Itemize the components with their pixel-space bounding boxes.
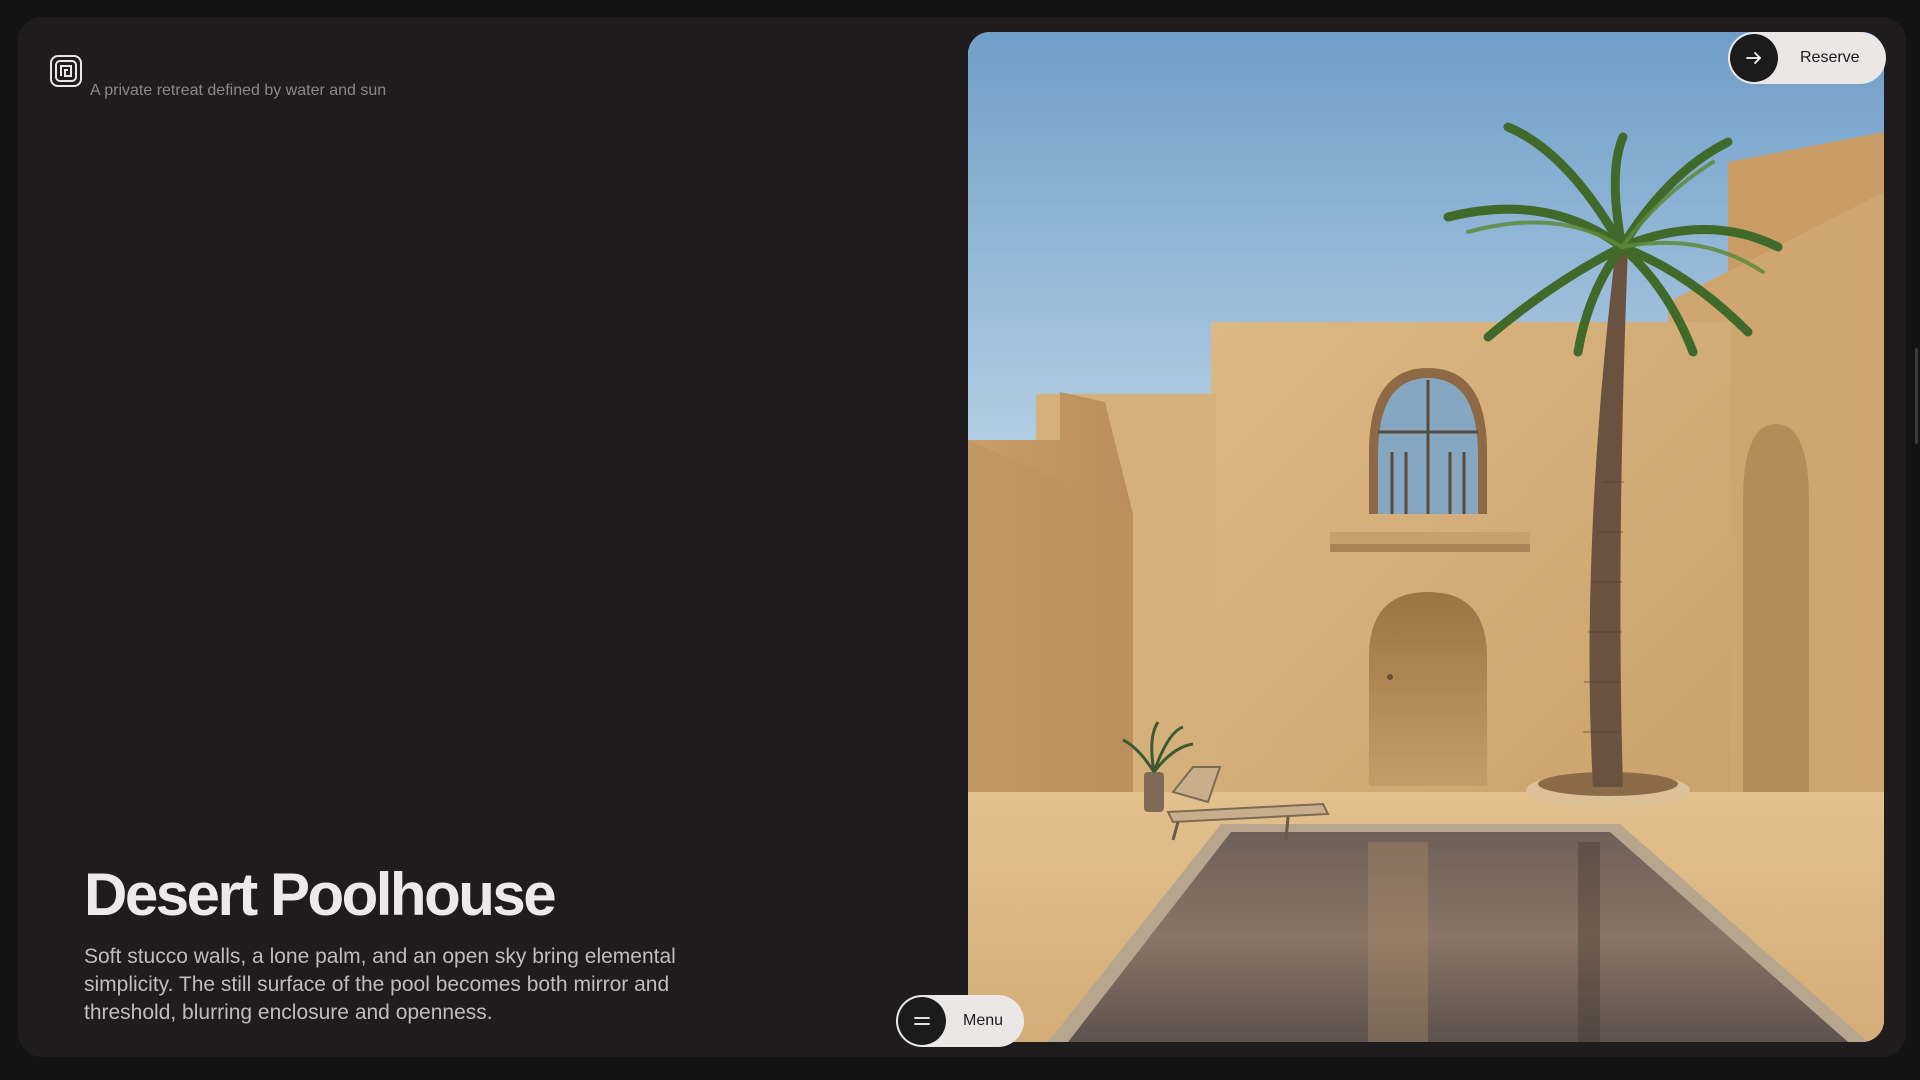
tagline: A private retreat defined by water and s… <box>90 82 387 99</box>
arrow-right-icon <box>1730 34 1778 82</box>
hero-image <box>968 32 1884 1042</box>
reserve-label: Reserve <box>1800 49 1860 66</box>
scrollbar-thumb[interactable] <box>1915 348 1918 444</box>
spiral-square-logo[interactable] <box>49 54 83 88</box>
menu-button[interactable]: Menu <box>896 995 1024 1047</box>
menu-label: Menu <box>963 1012 1004 1029</box>
reserve-button[interactable]: Reserve <box>1728 32 1886 84</box>
page-title: Desert Poolhouse <box>84 861 557 928</box>
page-description: Soft stucco walls, a lone palm, and an o… <box>84 945 676 1024</box>
menu-lines-icon <box>898 997 946 1045</box>
